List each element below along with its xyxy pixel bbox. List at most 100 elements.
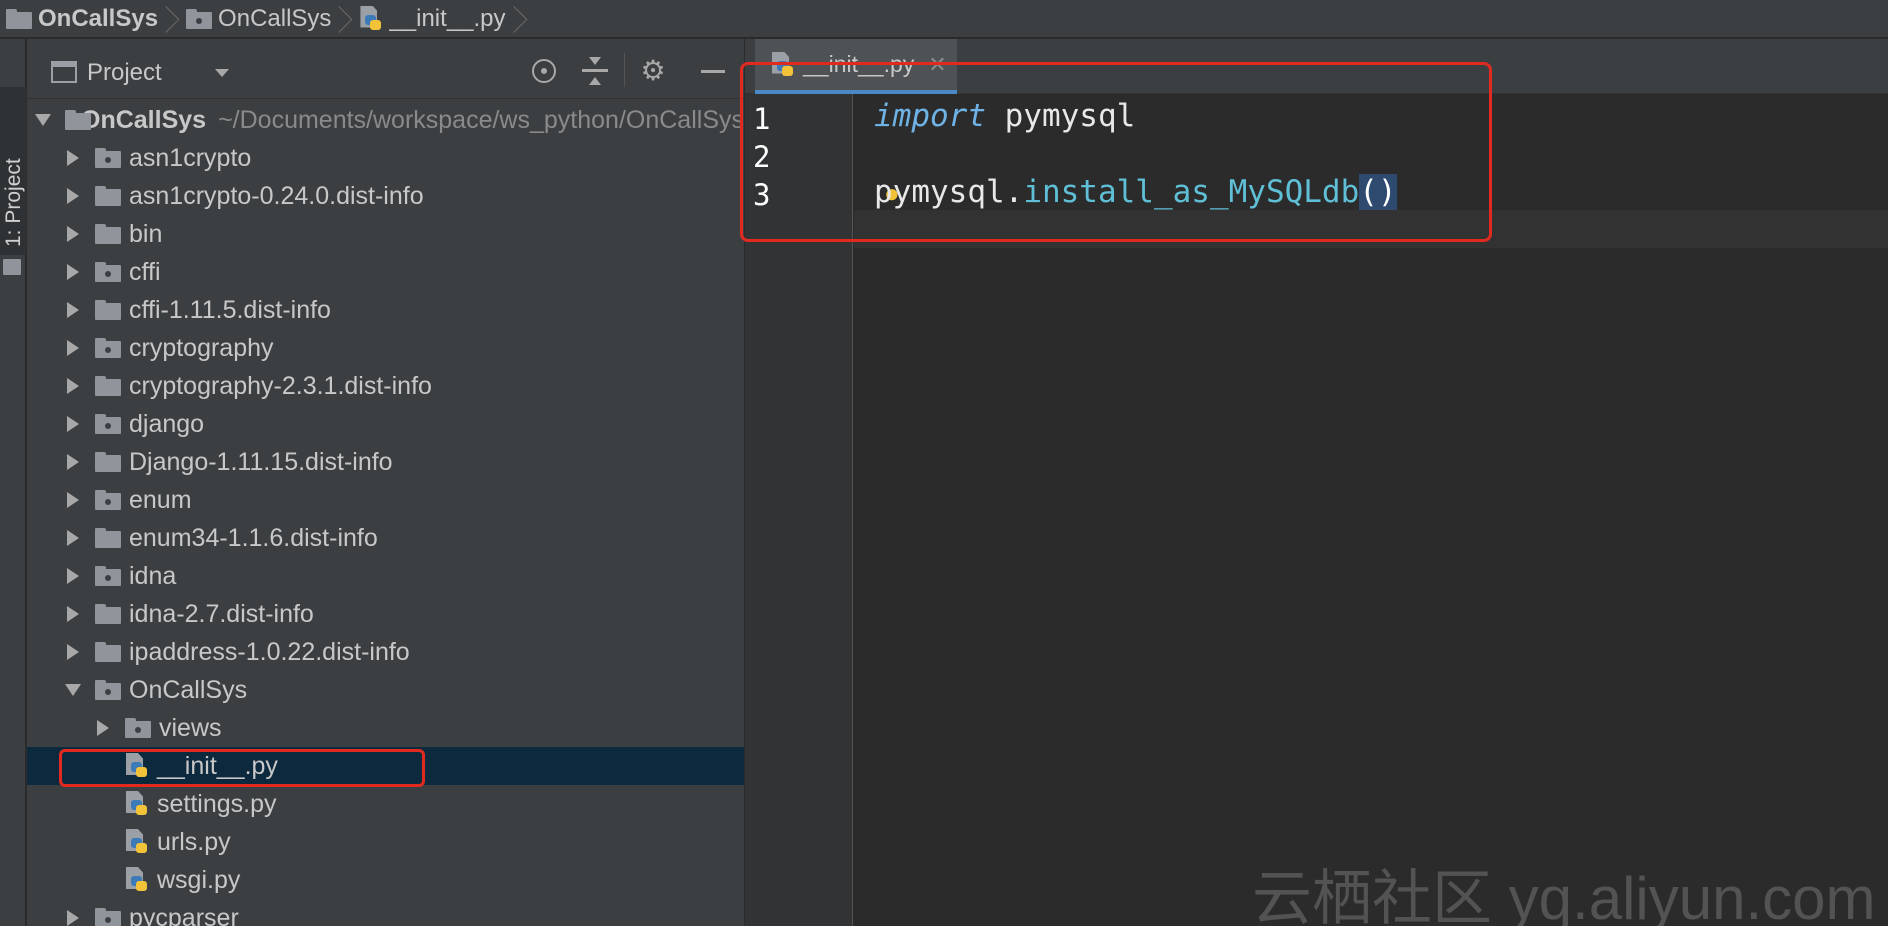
chevron-down-icon[interactable]	[215, 69, 229, 77]
folder-icon	[95, 452, 121, 472]
folder-icon	[95, 604, 121, 624]
tree-item-label: cffi	[129, 257, 161, 286]
tree-item-label: ipaddress-1.0.22.dist-info	[129, 637, 410, 666]
breadcrumb-item-project[interactable]: OnCallSys	[6, 0, 186, 38]
tree-item-label: OnCallSys	[129, 675, 248, 704]
breadcrumb-separator	[166, 0, 180, 38]
tree-item-label: enum	[129, 485, 192, 514]
expand-right-icon[interactable]	[67, 644, 79, 660]
tree-item-label: pycparser	[129, 903, 239, 926]
project-tool-tab[interactable]: 1: Project	[0, 87, 26, 275]
tree-row[interactable]: enum	[27, 481, 744, 519]
tree-item-label: cryptography-2.3.1.dist-info	[129, 371, 432, 400]
tree-row[interactable]: ipaddress-1.0.22.dist-info	[27, 633, 744, 671]
tree-row[interactable]: urls.py	[27, 823, 744, 861]
expand-right-icon[interactable]	[67, 188, 79, 204]
package-folder-icon	[95, 908, 121, 926]
package-folder-icon	[95, 148, 121, 168]
breadcrumb-separator	[339, 0, 353, 38]
folder-icon	[95, 642, 121, 662]
expand-right-icon[interactable]	[97, 720, 109, 736]
python-file-icon	[359, 5, 383, 32]
annotation-highlight-code	[740, 62, 1492, 242]
folder-icon	[3, 259, 21, 275]
tree-row[interactable]: cffi	[27, 253, 744, 291]
expand-right-icon[interactable]	[67, 416, 79, 432]
tree-row[interactable]: enum34-1.1.6.dist-info	[27, 519, 744, 557]
python-file-icon	[125, 829, 149, 855]
package-folder-icon	[95, 680, 121, 700]
tree-row[interactable]: wsgi.py	[27, 861, 744, 899]
expand-down-icon[interactable]	[35, 114, 51, 126]
expand-right-icon[interactable]	[67, 340, 79, 356]
expand-right-icon[interactable]	[67, 302, 79, 318]
tree-row[interactable]: asn1crypto-0.24.0.dist-info	[27, 177, 744, 215]
navigation-breadcrumb: OnCallSys OnCallSys __init__.py	[0, 0, 1888, 38]
expand-right-icon[interactable]	[67, 454, 79, 470]
tree-item-label: asn1crypto	[129, 143, 252, 172]
expand-right-icon[interactable]	[67, 568, 79, 584]
tree-item-label: views	[159, 713, 222, 742]
package-folder-icon	[95, 414, 121, 434]
tree-item-label: Django-1.11.15.dist-info	[129, 447, 393, 476]
expand-right-icon[interactable]	[67, 492, 79, 508]
folder-icon	[6, 8, 32, 29]
left-tool-strip: 1: Project	[0, 39, 26, 926]
tree-row[interactable]: cryptography-2.3.1.dist-info	[27, 367, 744, 405]
expand-right-icon[interactable]	[67, 226, 79, 242]
folder-icon	[95, 376, 121, 396]
python-file-icon	[125, 867, 149, 893]
folder-icon	[95, 300, 121, 320]
project-view-icon	[51, 61, 77, 83]
annotation-highlight-file	[59, 749, 425, 787]
tree-row[interactable]: pycparser	[27, 899, 744, 926]
tree-row[interactable]: settings.py	[27, 785, 744, 823]
package-folder-icon	[95, 490, 121, 510]
breadcrumb-item-package[interactable]: OnCallSys	[186, 0, 359, 38]
locate-file-icon[interactable]	[532, 59, 556, 83]
expand-right-icon[interactable]	[67, 530, 79, 546]
watermark-text: 云栖社区 yq.aliyun.com	[1252, 865, 1876, 926]
tree-row[interactable]: cryptography	[27, 329, 744, 367]
tree-item-label: idna	[129, 561, 177, 590]
package-folder-icon	[186, 8, 213, 29]
tree-item-label: wsgi.py	[157, 865, 241, 894]
expand-right-icon[interactable]	[67, 910, 79, 926]
expand-down-icon[interactable]	[65, 684, 81, 696]
expand-right-icon[interactable]	[67, 150, 79, 166]
expand-right-icon[interactable]	[67, 264, 79, 280]
tree-item-label: django	[129, 409, 205, 438]
expand-right-icon[interactable]	[67, 378, 79, 394]
collapse-all-icon[interactable]	[582, 57, 608, 85]
package-folder-icon	[95, 566, 121, 586]
tree-item-label: OnCallSys	[81, 105, 207, 134]
tree-item-label: bin	[129, 219, 163, 248]
tree-item-label: enum34-1.1.6.dist-info	[129, 523, 378, 552]
python-file-icon	[125, 791, 149, 817]
folder-icon	[95, 186, 121, 206]
tree-row[interactable]: bin	[27, 215, 744, 253]
expand-right-icon[interactable]	[67, 606, 79, 622]
tree-row[interactable]: views	[27, 709, 744, 747]
package-folder-icon	[95, 338, 121, 358]
hide-panel-icon[interactable]	[701, 70, 725, 73]
tree-row[interactable]: cffi-1.11.5.dist-info	[27, 291, 744, 329]
tree-row[interactable]: idna-2.7.dist-info	[27, 595, 744, 633]
tree-item-label: cryptography	[129, 333, 274, 362]
tree-row[interactable]: asn1crypto	[27, 139, 744, 177]
gear-icon[interactable]: ⚙	[639, 57, 667, 85]
tree-row[interactable]: django	[27, 405, 744, 443]
tree-item-label: urls.py	[157, 827, 231, 856]
tree-row[interactable]: OnCallSys ~/Documents/workspace/ws_python…	[27, 101, 744, 139]
tree-row[interactable]: Django-1.11.15.dist-info	[27, 443, 744, 481]
project-view-selector[interactable]: Project	[87, 59, 162, 87]
tree-item-path: ~/Documents/workspace/ws_python/OnCallSy…	[218, 105, 744, 134]
breadcrumb-item-file[interactable]: __init__.py	[359, 0, 533, 38]
tree-row[interactable]: idna	[27, 557, 744, 595]
tree-row[interactable]: OnCallSys	[27, 671, 744, 709]
folder-icon	[95, 224, 121, 244]
folder-icon	[65, 110, 91, 130]
